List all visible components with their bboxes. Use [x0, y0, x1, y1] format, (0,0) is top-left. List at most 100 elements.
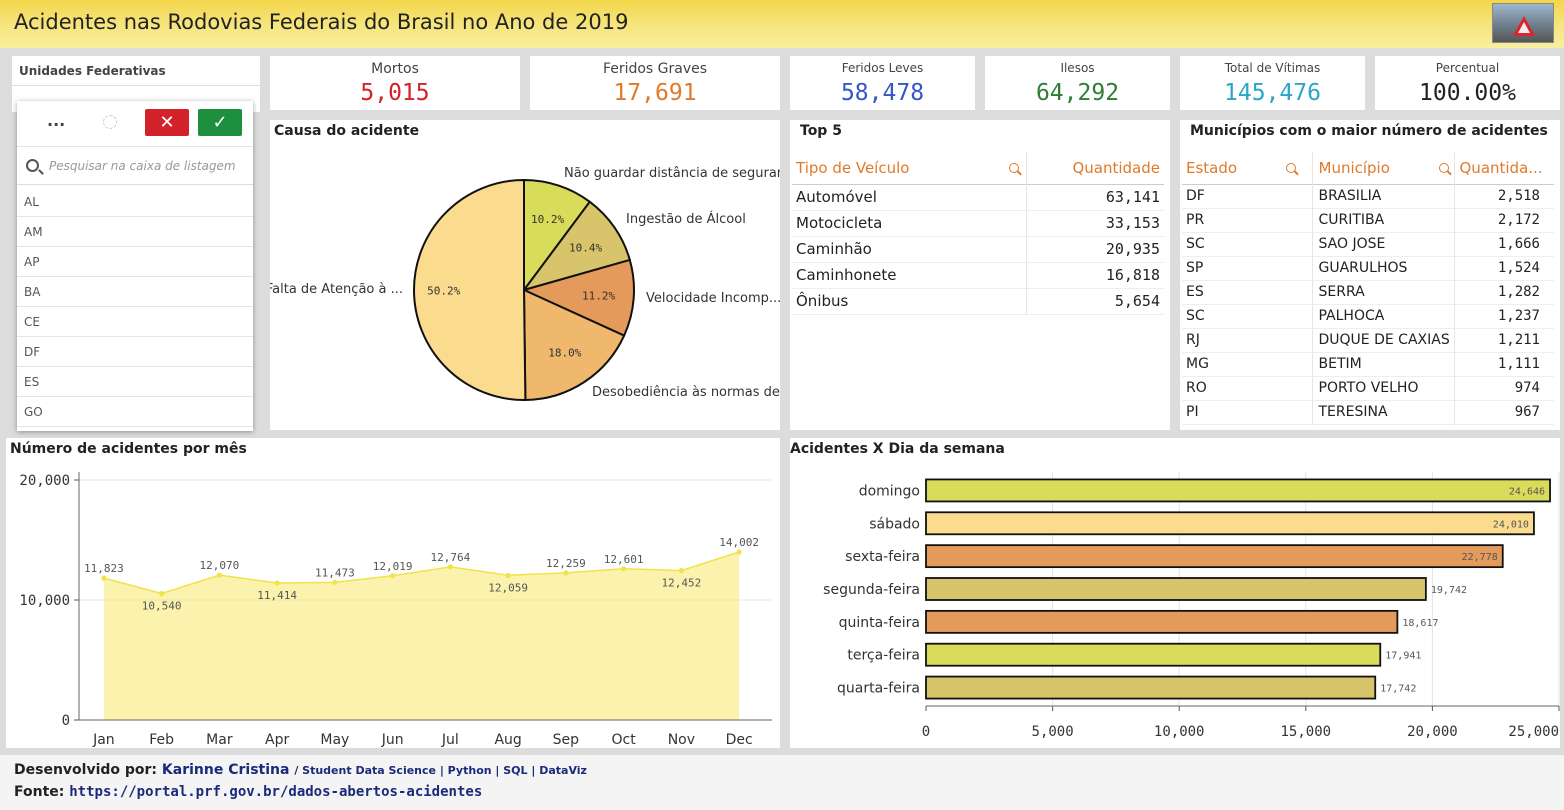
cell-estado: ES — [1182, 280, 1313, 304]
cell-quantidade: 16,818 — [1105, 266, 1160, 284]
column-header-estado[interactable]: Estado — [1182, 152, 1313, 184]
table-row[interactable]: DF BRASILIA 2,518 — [1182, 184, 1554, 208]
cell-municipio: BETIM — [1312, 352, 1455, 376]
kpi-label: Mortos — [371, 61, 419, 77]
data-point — [390, 573, 396, 579]
kpi-value: 100.00% — [1419, 80, 1516, 106]
cell-municipio: SERRA — [1312, 280, 1455, 304]
list-item[interactable]: BA — [17, 277, 253, 307]
column-header-tipo[interactable]: Tipo de Veículo — [792, 152, 1027, 184]
x-tick-label: Jan — [92, 732, 115, 748]
table-row[interactable]: Caminhonete 16,818 — [792, 262, 1164, 288]
cell-municipio: PORTO VELHO — [1312, 376, 1455, 400]
header-bar: Acidentes nas Rodovias Federais do Brasi… — [0, 0, 1564, 48]
lasso-icon[interactable] — [103, 115, 117, 129]
x-tick-label: Aug — [494, 732, 521, 748]
list-item[interactable]: AP — [17, 247, 253, 277]
pie-value-label: 50.2% — [427, 285, 460, 298]
cell-municipio: SAO JOSE — [1312, 232, 1455, 256]
filter-title: Unidades Federativas — [19, 64, 166, 78]
cell-estado: RO — [1182, 376, 1313, 400]
column-header-municipio[interactable]: Município — [1312, 152, 1455, 184]
table-row[interactable]: SP GUARULHOS 1,524 — [1182, 256, 1554, 280]
author-tagline: / Student Data Science | Python | SQL | … — [294, 764, 587, 777]
column-header-quantidade[interactable]: Quantida... — [1454, 152, 1554, 184]
table-row[interactable]: Ônibus 5,654 — [792, 288, 1164, 314]
list-item[interactable]: AM — [17, 217, 253, 247]
search-input[interactable] — [49, 159, 239, 173]
source-prefix: Fonte: — [14, 784, 65, 800]
table-row[interactable]: Automóvel 63,141 — [792, 184, 1164, 210]
table-row[interactable]: Caminhão 20,935 — [792, 236, 1164, 262]
kpi-value: 145,476 — [1224, 80, 1321, 106]
pie-chart[interactable]: 10.2% Não guardar distância de seguran...… — [270, 120, 780, 430]
source-link[interactable]: https://portal.prf.gov.br/dados-abertos-… — [69, 784, 482, 800]
bar-category-label: domingo — [859, 483, 920, 499]
data-point — [678, 567, 684, 574]
cell-estado: MG — [1182, 352, 1313, 376]
column-header-quantidade[interactable]: Quantidade — [1026, 152, 1164, 184]
cell-estado: SP — [1182, 256, 1313, 280]
cell-estado: PI — [1182, 400, 1313, 424]
table-row[interactable]: RO PORTO VELHO 974 — [1182, 376, 1554, 400]
kpi-feridos-leves[interactable]: Feridos Leves 58,478 — [790, 56, 975, 110]
kpi-total-vitimas[interactable]: Total de Vítimas 145,476 — [1180, 56, 1365, 110]
list-item[interactable]: DF — [17, 337, 253, 367]
kpi-ilesos[interactable]: Ilesos 64,292 — [985, 56, 1170, 110]
bar-chart[interactable]: 0 5,000 10,000 15,000 20,000 25,000 domingo 24,… — [790, 438, 1560, 748]
search-icon[interactable] — [1438, 162, 1449, 173]
table-row[interactable]: SC SAO JOSE 1,666 — [1182, 232, 1554, 256]
area-chart[interactable]: 0 10,000 20,000 11,823 Jan 10,540 Feb 12,070 Mar… — [6, 438, 780, 748]
cancel-selection-button[interactable]: ✕ — [145, 109, 189, 136]
cell-quantidade: 1,666 — [1497, 236, 1540, 252]
search-icon[interactable] — [1009, 162, 1020, 173]
table-row[interactable]: PI TERESINA 967 — [1182, 400, 1554, 424]
list-item[interactable]: GO — [17, 397, 253, 427]
confirm-selection-button[interactable]: ✓ — [198, 109, 242, 136]
table-row[interactable]: MG BETIM 1,111 — [1182, 352, 1554, 376]
list-item[interactable]: ES — [17, 367, 253, 397]
panel-mes: Número de acidentes por mês 0 10,000 20,00… — [6, 438, 780, 748]
table-row[interactable]: ES SERRA 1,282 — [1182, 280, 1554, 304]
cell-tipo: Ônibus — [792, 288, 1027, 314]
list-item[interactable]: CE — [17, 307, 253, 337]
cell-municipio: BRASILIA — [1312, 184, 1455, 208]
pie-value-label: 10.2% — [531, 213, 564, 226]
filter-uf-header[interactable]: Unidades Federativas — [12, 56, 260, 86]
panel-semana: Acidentes X Dia da semana 0 5,000 10,000 15… — [790, 438, 1560, 748]
bar-category-label: sexta-feira — [845, 549, 920, 565]
table-header: Tipo de Veículo Quantidade — [792, 152, 1164, 184]
cell-municipio: TERESINA — [1312, 400, 1455, 424]
header-label: Tipo de Veículo — [796, 158, 910, 177]
kpi-mortos[interactable]: Mortos 5,015 — [270, 56, 520, 110]
pie-category-label: Ingestão de Álcool — [626, 211, 746, 227]
data-label: 10,540 — [142, 600, 182, 613]
more-options-button[interactable]: ... — [47, 111, 65, 130]
kpi-value: 64,292 — [1035, 80, 1120, 106]
kpi-percentual[interactable]: Percentual 100.00% — [1375, 56, 1560, 110]
cell-quantidade: 1,211 — [1497, 332, 1540, 348]
data-point — [274, 580, 280, 586]
search-icon — [26, 159, 39, 172]
list-item[interactable]: AL — [17, 187, 253, 217]
data-point — [332, 579, 338, 585]
table-row[interactable]: SC PALHOCA 1,237 — [1182, 304, 1554, 328]
kpi-feridos-graves[interactable]: Feridos Graves 17,691 — [530, 56, 780, 110]
bar-category-label: quinta-feira — [839, 615, 920, 631]
data-label: 12,452 — [662, 577, 702, 590]
cell-quantidade: 5,654 — [1114, 292, 1160, 310]
table-row[interactable]: RJ DUQUE DE CAXIAS 1,211 — [1182, 328, 1554, 352]
bar-value-label: 17,742 — [1380, 684, 1416, 695]
table-row[interactable]: PR CURITIBA 2,172 — [1182, 208, 1554, 232]
kpi-value: 5,015 — [360, 80, 430, 106]
search-icon[interactable] — [1285, 162, 1296, 173]
cell-estado: DF — [1182, 184, 1313, 208]
table-row[interactable]: Motocicleta 33,153 — [792, 210, 1164, 236]
data-label: 12,259 — [546, 557, 586, 570]
bar — [925, 642, 1382, 667]
cell-quantidade: 63,141 — [1105, 188, 1160, 206]
bar-value-label: 19,742 — [1431, 585, 1467, 596]
panel-top5: Top 5 Tipo de Veículo Quantidade Automóv… — [790, 120, 1170, 430]
footer-source: Fonte: https://portal.prf.gov.br/dados-a… — [14, 784, 482, 800]
pie-category-label: Não guardar distância de seguran... — [564, 166, 780, 181]
